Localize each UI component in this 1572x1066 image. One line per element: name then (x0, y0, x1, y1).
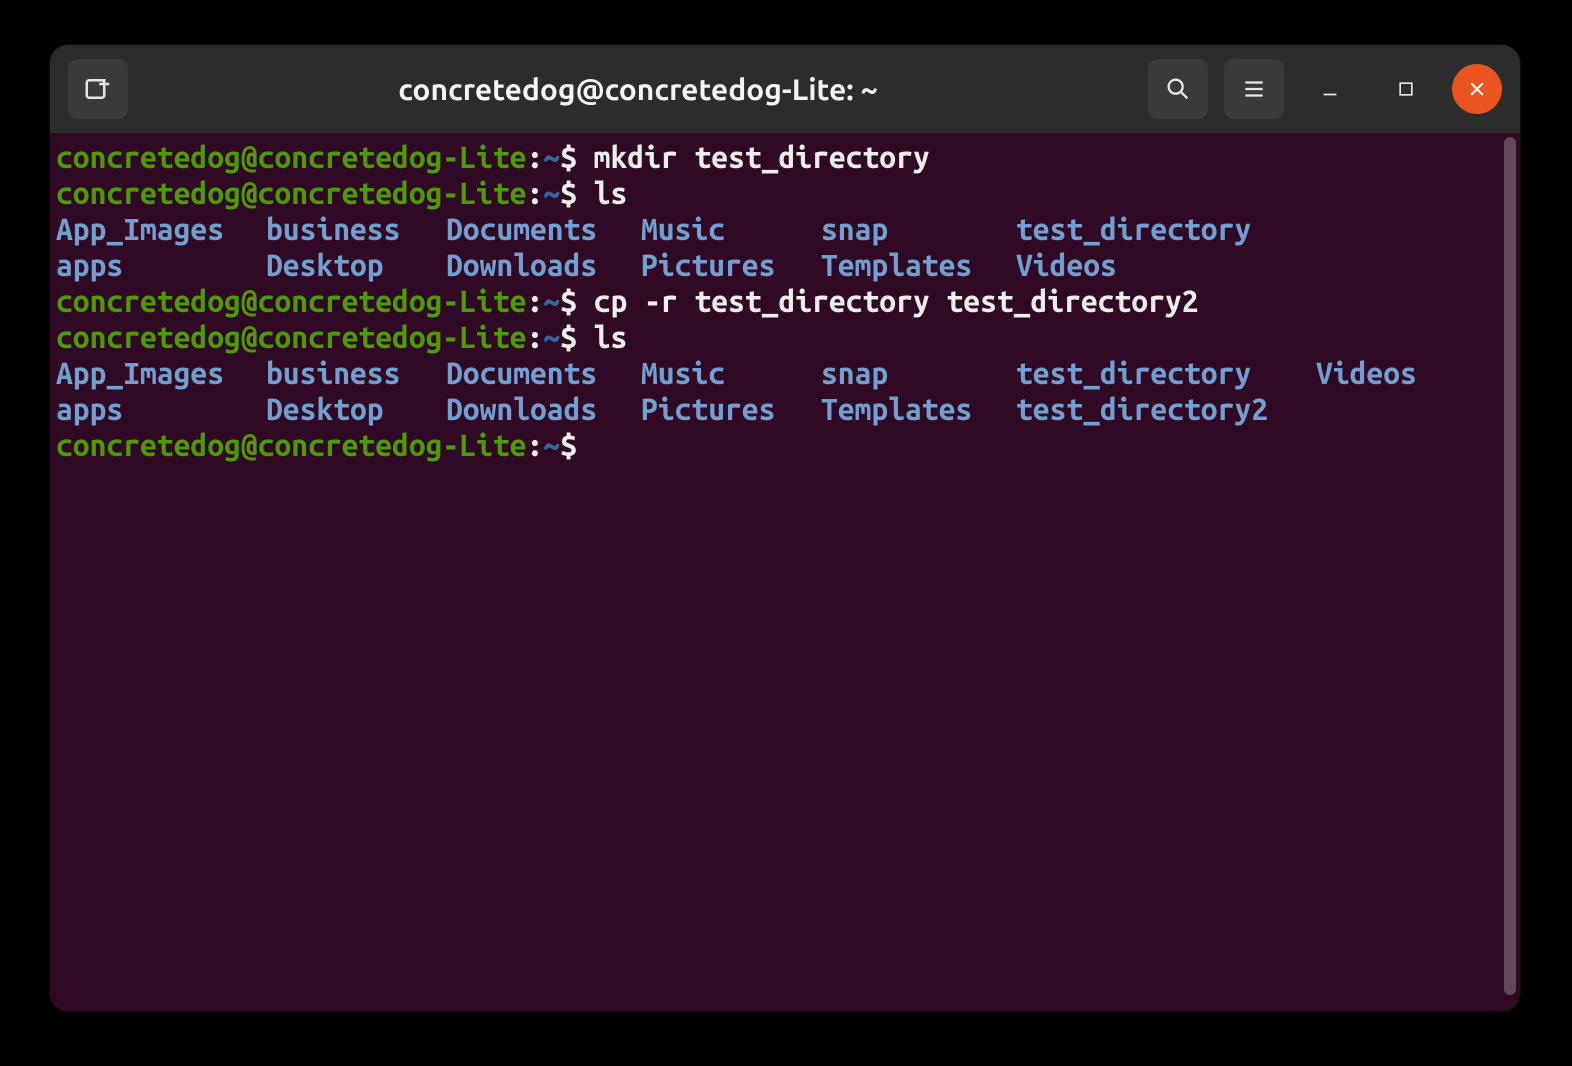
ls-entry: apps (56, 391, 266, 427)
ls-row: appsDesktopDownloadsPicturesTemplatesVid… (56, 247, 1520, 283)
ls-row: appsDesktopDownloadsPicturesTemplatestes… (56, 391, 1520, 427)
ls-entry: Pictures (641, 247, 821, 283)
command-text: ls (594, 176, 628, 210)
search-icon (1164, 75, 1192, 103)
minimize-button[interactable] (1300, 59, 1360, 119)
ls-entry: business (266, 211, 446, 247)
ls-entry: Pictures (641, 391, 821, 427)
terminal-window: concretedog@concretedog-Lite: ~ (50, 45, 1520, 1011)
prompt-line: concretedog@concretedog-Lite:~$ cp -r te… (56, 283, 1520, 319)
ls-entry: Downloads (446, 391, 641, 427)
prompt-line: concretedog@concretedog-Lite:~$ (56, 427, 1520, 463)
ls-entry: apps (56, 247, 266, 283)
ls-entry: App_Images (56, 355, 266, 391)
menu-button[interactable] (1224, 59, 1284, 119)
new-tab-icon (83, 74, 113, 104)
close-button[interactable] (1452, 64, 1502, 114)
ls-row: App_ImagesbusinessDocumentsMusicsnaptest… (56, 355, 1520, 391)
scrollbar[interactable] (1504, 137, 1516, 995)
ls-entry: Music (641, 211, 821, 247)
window-title: concretedog@concretedog-Lite: ~ (144, 72, 1132, 106)
terminal-body[interactable]: concretedog@concretedog-Lite:~$ mkdir te… (50, 133, 1520, 1011)
ls-entry: Documents (446, 355, 641, 391)
prompt-line: concretedog@concretedog-Lite:~$ ls (56, 175, 1520, 211)
prompt-line: concretedog@concretedog-Lite:~$ ls (56, 319, 1520, 355)
ls-row: App_ImagesbusinessDocumentsMusicsnaptest… (56, 211, 1520, 247)
prompt-line: concretedog@concretedog-Lite:~$ mkdir te… (56, 139, 1520, 175)
ls-entry: Desktop (266, 247, 446, 283)
ls-entry: Desktop (266, 391, 446, 427)
command-text: mkdir test_directory (594, 140, 930, 174)
ls-entry: Downloads (446, 247, 641, 283)
ls-entry: Videos (1016, 247, 1316, 283)
ls-entry: App_Images (56, 211, 266, 247)
hamburger-icon (1241, 76, 1267, 102)
ls-entry: Documents (446, 211, 641, 247)
ls-entry: test_directory (1016, 211, 1316, 247)
ls-entry: business (266, 355, 446, 391)
command-text: cp -r test_directory test_directory2 (594, 284, 1199, 318)
command-text: ls (594, 320, 628, 354)
close-icon (1467, 79, 1487, 99)
ls-entry: test_directory2 (1016, 391, 1316, 427)
ls-entry: test_directory (1016, 355, 1316, 391)
new-tab-button[interactable] (68, 59, 128, 119)
maximize-icon (1396, 79, 1416, 99)
ls-entry: snap (821, 355, 1016, 391)
titlebar: concretedog@concretedog-Lite: ~ (50, 45, 1520, 134)
ls-entry: Music (641, 355, 821, 391)
ls-entry: snap (821, 211, 1016, 247)
ls-entry: Templates (821, 391, 1016, 427)
ls-entry: Videos (1316, 355, 1417, 391)
search-button[interactable] (1148, 59, 1208, 119)
minimize-icon (1319, 78, 1341, 100)
ls-entry: Templates (821, 247, 1016, 283)
maximize-button[interactable] (1376, 59, 1436, 119)
